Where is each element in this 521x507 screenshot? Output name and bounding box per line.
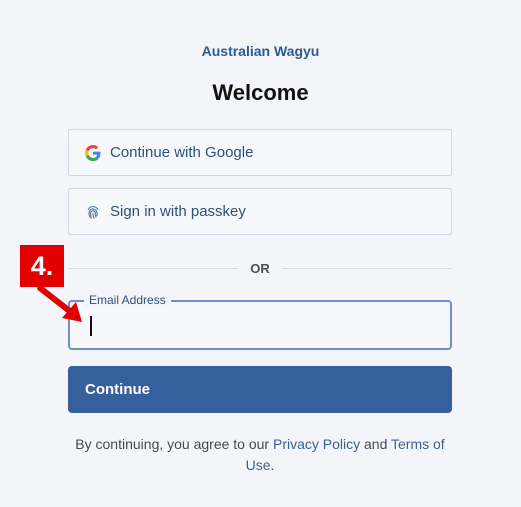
passkey-button-label: Sign in with passkey <box>110 203 246 220</box>
legal-suffix: . <box>270 457 275 473</box>
brand-name: Australian Wagyu <box>201 43 320 59</box>
legal-prefix: By continuing, you agree to our <box>75 436 270 452</box>
fingerprint-icon <box>85 204 101 220</box>
or-divider: OR <box>68 258 452 278</box>
google-icon <box>85 144 101 161</box>
continue-with-google-button[interactable]: Continue with Google <box>68 129 452 176</box>
divider-text: OR <box>250 260 270 276</box>
login-page: Australian Wagyu Welcome Continue with G… <box>0 0 521 507</box>
page-title: Welcome <box>212 80 309 105</box>
legal-text: By continuing, you agree to our Privacy … <box>68 434 452 476</box>
continue-button[interactable]: Continue <box>68 366 452 413</box>
annotation-arrow-icon <box>37 285 82 322</box>
google-button-label: Continue with Google <box>110 144 254 161</box>
text-cursor <box>90 316 92 336</box>
privacy-policy-link[interactable]: Privacy Policy <box>273 436 360 452</box>
legal-and: and <box>364 436 388 452</box>
email-input[interactable] <box>70 302 450 348</box>
divider-line-right <box>281 267 452 269</box>
email-field[interactable]: Email Address <box>68 293 452 350</box>
divider-line-left <box>68 267 239 269</box>
sign-in-with-passkey-button[interactable]: Sign in with passkey <box>68 188 452 235</box>
